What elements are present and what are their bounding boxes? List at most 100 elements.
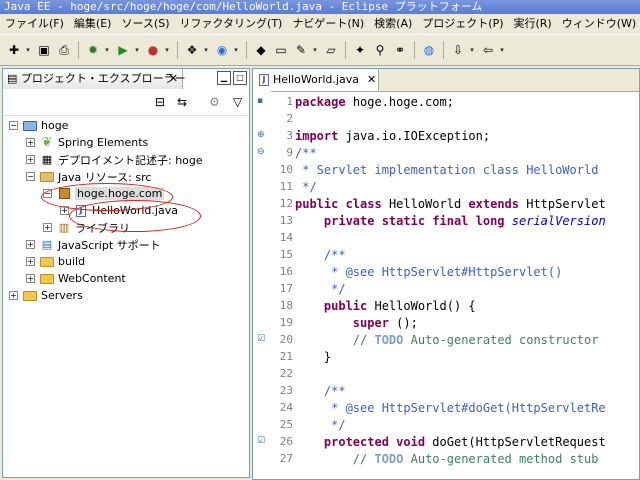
code-token: * @see HttpServlet#HttpServlet()	[295, 265, 563, 279]
menu-item[interactable]: ウィンドウ(W)	[557, 14, 640, 34]
tree-item-label: Servers	[41, 289, 83, 302]
tree-item[interactable]: + J HelloWorld.java	[60, 202, 178, 219]
open-folder-icon[interactable]: ▭	[273, 42, 289, 58]
menu-item[interactable]: プロジェクト(P)	[417, 14, 508, 34]
menu-item[interactable]: ソース(S)	[116, 14, 174, 34]
pencil-dropdown-icon[interactable]: ▾	[311, 42, 319, 58]
bookmark-icon[interactable]: ▪	[257, 97, 266, 106]
menu-item[interactable]: リファクタリング(T)	[174, 14, 287, 34]
pin-icon[interactable]: ✦	[352, 42, 368, 58]
code-token: */	[295, 418, 346, 432]
code-token: */	[295, 282, 346, 296]
fold-icon[interactable]: ⊕	[257, 131, 266, 140]
tree-item[interactable]: + build	[26, 253, 85, 270]
collapse-icon[interactable]: −	[26, 172, 35, 181]
link-with-editor-icon[interactable]: ⇆	[177, 95, 187, 109]
expand-icon[interactable]: +	[43, 223, 52, 232]
expand-icon[interactable]: +	[26, 240, 35, 249]
new-icon[interactable]: ✚	[6, 42, 22, 58]
back-icon[interactable]: ⇦	[480, 42, 496, 58]
project-explorer-tab[interactable]: ▤ プロジェクト・エクスプローラー ✕	[3, 69, 186, 89]
code-token: * Servlet implementation class HelloWorl…	[295, 163, 599, 177]
back-dropdown-icon[interactable]: ▾	[498, 42, 506, 58]
code-token: HelloWorld() {	[374, 299, 476, 313]
print-icon[interactable]: ⎙	[56, 42, 72, 58]
collapse-all-icon[interactable]: ⊟	[155, 95, 165, 109]
expand-icon[interactable]: +	[26, 257, 35, 266]
new-server-icon[interactable]: ❖	[184, 42, 200, 58]
run-dropdown-icon[interactable]: ▾	[133, 42, 141, 58]
code-line: */	[295, 282, 346, 296]
tree-item-label: Java リソース: src	[58, 170, 152, 184]
tree-item[interactable]: + Servers	[9, 287, 83, 304]
code-token: //	[295, 333, 368, 347]
next-annotation-icon[interactable]: ⇩	[450, 42, 466, 58]
connect-icon[interactable]: ⚭	[392, 42, 408, 58]
collapse-icon[interactable]: −	[9, 121, 18, 130]
library-icon: ▥	[58, 221, 70, 234]
close-icon[interactable]: ✕	[169, 69, 178, 89]
external-tools-dropdown-icon[interactable]: ▾	[163, 42, 171, 58]
task-icon[interactable]: ☑	[257, 335, 266, 344]
editor-tab-helloworld[interactable]: J HelloWorld.java ✕	[253, 69, 379, 91]
search-icon[interactable]: ⚲	[372, 42, 388, 58]
tree-item[interactable]: + ▦ デプロイメント記述子: hoge	[26, 151, 203, 168]
line-number: 15	[279, 248, 293, 261]
menu-item[interactable]: ファイル(F)	[0, 14, 69, 34]
menu-item[interactable]: 検索(A)	[369, 14, 417, 34]
tree-item[interactable]: + ❦ Spring Elements	[26, 134, 148, 151]
open-file-icon[interactable]: ▱	[323, 42, 339, 58]
new-class-dropdown-icon[interactable]: ▾	[232, 42, 240, 58]
maximize-icon[interactable]: □	[233, 71, 247, 85]
editor-tab-label: HelloWorld.java	[273, 73, 359, 86]
run-icon[interactable]: ▶	[115, 42, 131, 58]
tree-item-label: Spring Elements	[58, 136, 149, 149]
new-class-icon[interactable]: ◉	[214, 42, 230, 58]
collapse-icon[interactable]: −	[43, 189, 52, 198]
globe-icon[interactable]: ◍	[421, 42, 437, 58]
code-token: //	[295, 452, 368, 466]
expand-icon[interactable]: +	[60, 206, 69, 215]
folder-icon	[39, 272, 55, 286]
view-menu-icon[interactable]: ▽	[233, 95, 242, 109]
debug-dropdown-icon[interactable]: ▾	[103, 42, 111, 58]
menu-item[interactable]: 実行(R)	[509, 14, 557, 34]
tree-item[interactable]: − hoge.hoge.com	[43, 185, 165, 202]
next-annotation-dropdown-icon[interactable]: ▾	[468, 42, 476, 58]
tree-item[interactable]: − Java リソース: src	[26, 168, 151, 185]
code-token: protected void	[295, 435, 426, 449]
new-dropdown-icon[interactable]: ▾	[24, 42, 32, 58]
tree-item[interactable]: + ▥ ライブラリ	[43, 219, 130, 236]
project-explorer-panel: ▤ プロジェクト・エクスプローラー ✕ ▁ □ ⊟ ⇆ ⚙ ▽ − hoge + ❦ S…	[2, 68, 250, 478]
open-type-icon[interactable]: ◆	[253, 42, 269, 58]
tree-item[interactable]: + ▤ JavaScript サポート	[26, 236, 161, 253]
package-icon	[56, 187, 72, 201]
tree-item[interactable]: + WebContent	[26, 270, 126, 287]
menu-item[interactable]: 編集(E)	[69, 14, 117, 34]
expand-icon[interactable]: +	[26, 274, 35, 283]
project-icon	[22, 119, 38, 133]
save-icon[interactable]: ▣	[36, 42, 52, 58]
pencil-icon[interactable]: ✎	[293, 42, 309, 58]
code-token: Auto-generated constructor	[410, 333, 599, 347]
expand-icon[interactable]: +	[26, 155, 35, 164]
new-server-dropdown-icon[interactable]: ▾	[202, 42, 210, 58]
fold-icon[interactable]: ⊖	[257, 148, 266, 157]
main-toolbar: ✚ ▾ ▣ ⎙ ✹ ▾ ▶ ▾ ● ▾ ❖ ▾ ◉ ▾ ◆ ▭ ✎ ▾ ▱ ✦ ⚲ ⚭ ◍ ⇩…	[0, 34, 640, 66]
java-file-icon: J	[259, 74, 269, 86]
debug-icon[interactable]: ✹	[85, 42, 101, 58]
tree-item[interactable]: − hoge	[9, 117, 68, 134]
task-icon[interactable]: ☑	[257, 437, 266, 446]
code-line: /**	[295, 146, 317, 160]
expand-icon[interactable]: +	[26, 138, 35, 147]
line-number: 9	[286, 146, 293, 159]
minimize-icon[interactable]: ▁	[217, 71, 231, 85]
code-token: TODO	[374, 333, 404, 347]
external-tools-icon[interactable]: ●	[145, 42, 161, 58]
close-icon[interactable]: ✕	[367, 69, 376, 91]
filter-icon[interactable]: ⚙	[209, 95, 220, 109]
code-token: super	[295, 316, 389, 330]
menu-item[interactable]: ナビゲート(N)	[287, 14, 369, 34]
expand-icon[interactable]: +	[9, 291, 18, 300]
tree-item-label: WebContent	[58, 272, 126, 285]
